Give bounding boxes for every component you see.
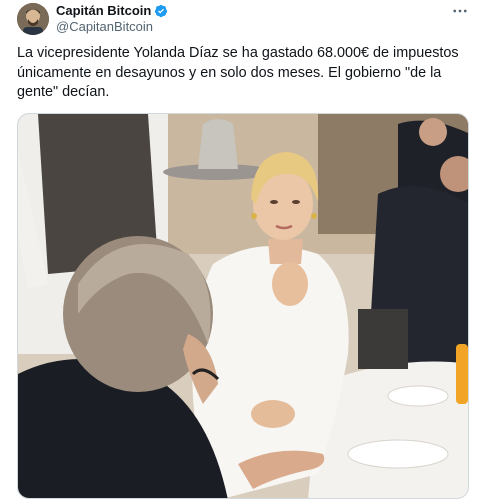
tweet-text: La vicepresidente Yolanda Díaz se ha gas… xyxy=(17,45,459,100)
tweet-photo[interactable] xyxy=(17,113,469,499)
ellipsis-icon[interactable] xyxy=(451,2,469,23)
author-name[interactable]: Capitán Bitcoin xyxy=(56,3,168,19)
author-name-text: Capitán Bitcoin xyxy=(56,3,152,18)
author-handle[interactable]: @CapitanBitcoin xyxy=(56,19,153,35)
tweet: Capitán Bitcoin @CapitanBitcoin La vicep… xyxy=(0,0,489,504)
avatar[interactable] xyxy=(17,3,49,35)
verified-badge-icon xyxy=(154,4,168,18)
